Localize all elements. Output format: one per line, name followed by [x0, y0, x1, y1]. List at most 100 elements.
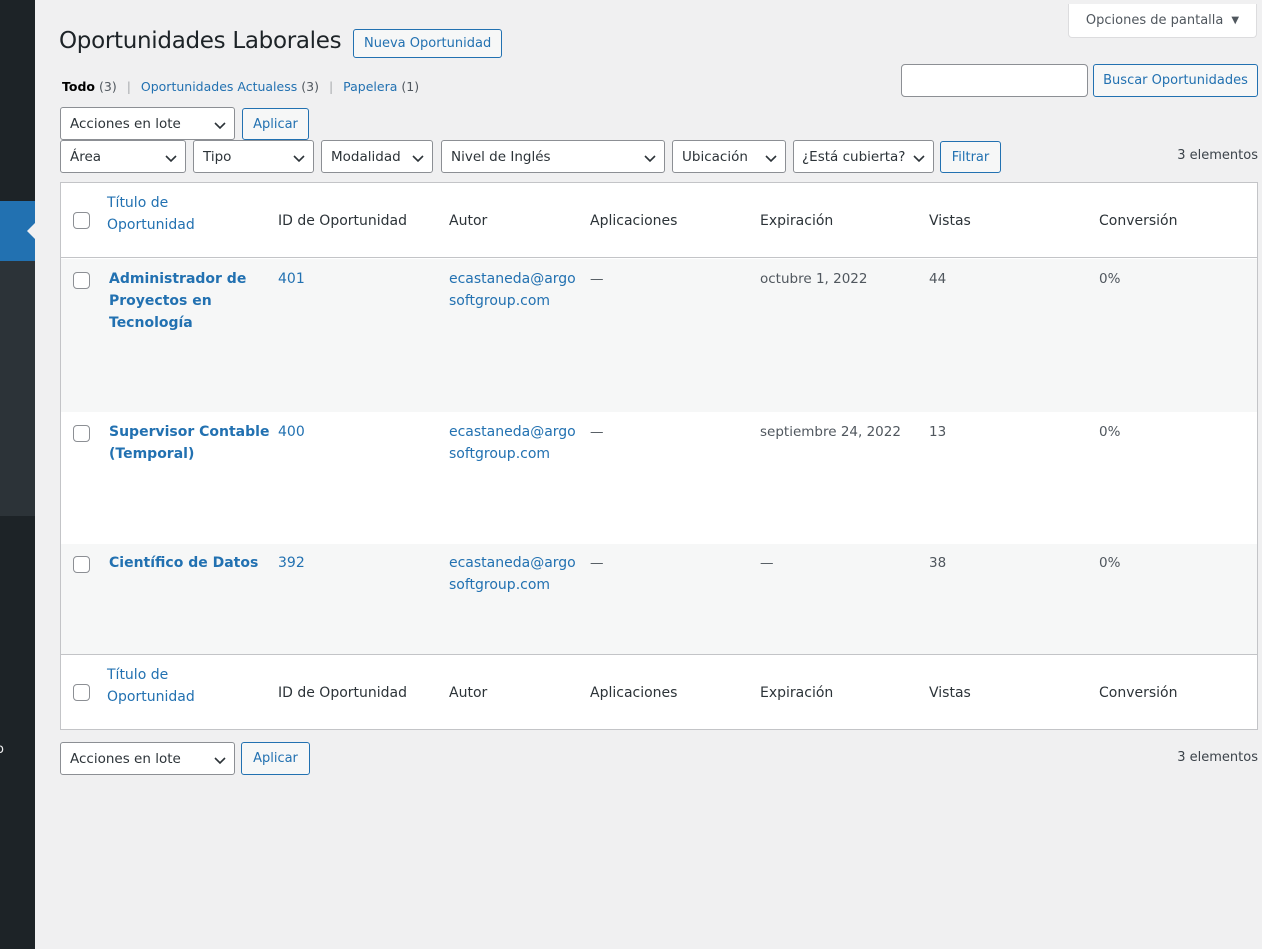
opportunities-table: Título de Oportunidad ID de Oportunidad … [60, 182, 1258, 730]
bulk-actions-select-bottom[interactable]: Acciones en lote [60, 742, 235, 775]
column-title-line: Oportunidad [107, 689, 195, 705]
item-count-bottom: 3 elementos [1177, 750, 1258, 765]
opportunity-id-link[interactable]: 392 [278, 552, 305, 574]
filter-cubierta-select[interactable]: ¿Está cubierta? [793, 140, 934, 173]
title-line: Supervisor Contable [109, 424, 270, 440]
author-link[interactable]: ecastaneda@argo softgroup.com [449, 421, 576, 465]
filter-area-select[interactable]: Área [60, 140, 186, 173]
sidebar-item-label[interactable]: ro [0, 742, 4, 757]
opportunity-title-link[interactable]: Supervisor Contable (Temporal) [109, 421, 269, 465]
view-trash-link[interactable]: Papelera [343, 79, 397, 94]
row-checkbox[interactable] [73, 272, 90, 289]
column-title-line: Oportunidad [107, 217, 195, 233]
select-all-checkbox[interactable] [73, 212, 90, 229]
table-row: Científico de Datos 392 ecastaneda@argo … [61, 544, 1257, 654]
filter-modalidad-value: Modalidad [331, 148, 401, 165]
filter-ubicacion-select[interactable]: Ubicación [672, 140, 786, 173]
search-button[interactable]: Buscar Oportunidades [1093, 64, 1258, 97]
column-expiration: Expiración [760, 213, 834, 229]
view-all-count: (3) [98, 79, 117, 94]
page-title: Oportunidades Laborales [59, 28, 342, 54]
view-separator: | [126, 79, 131, 94]
screen-options-label: Opciones de pantalla [1085, 13, 1224, 28]
content-area: Opciones de pantalla ▼ Oportunidades Lab… [35, 0, 1262, 949]
filter-ubicacion-value: Ubicación [682, 148, 748, 165]
title-line: (Temporal) [109, 446, 195, 462]
column-applications: Aplicaciones [590, 213, 678, 229]
row-checkbox[interactable] [73, 425, 90, 442]
filter-tipo-value: Tipo [203, 148, 232, 165]
title-line: Administrador de [109, 271, 247, 287]
author-line: softgroup.com [449, 446, 551, 462]
opportunity-id-link[interactable]: 401 [278, 268, 305, 290]
view-current-count: (3) [301, 79, 319, 94]
chevron-down-icon [644, 155, 656, 163]
conversion-value: 0% [1099, 424, 1121, 440]
opportunity-title-link[interactable]: Científico de Datos [109, 552, 258, 574]
chevron-down-icon [293, 155, 305, 163]
search-input[interactable] [901, 64, 1088, 97]
column-title-line: Título de [107, 667, 169, 683]
table-footer: Título de Oportunidad ID de Oportunidad … [61, 654, 1257, 729]
views-value: 38 [929, 555, 947, 571]
column-author: Autor [449, 213, 488, 229]
view-all-link[interactable]: Todo [62, 79, 95, 94]
filter-ingles-select[interactable]: Nivel de Inglés [441, 140, 665, 173]
views-value: 13 [929, 424, 947, 440]
title-line: Proyectos en [109, 293, 212, 309]
author-line: softgroup.com [449, 577, 551, 593]
chevron-down-icon [412, 155, 424, 163]
row-checkbox[interactable] [73, 556, 90, 573]
apply-button-bottom[interactable]: Aplicar [241, 742, 310, 775]
filter-cubierta-value: ¿Está cubierta? [802, 148, 906, 165]
table-row: Supervisor Contable (Temporal) 400 ecast… [61, 412, 1257, 544]
chevron-down-icon [913, 155, 925, 163]
column-author: Autor [449, 685, 488, 701]
column-views: Vistas [929, 685, 971, 701]
bulk-actions-select-top[interactable]: Acciones en lote [60, 107, 235, 140]
sidebar-current-item[interactable] [0, 201, 35, 261]
bulk-actions-value: Acciones en lote [70, 115, 181, 132]
filter-modalidad-select[interactable]: Modalidad [321, 140, 433, 173]
column-expiration: Expiración [760, 685, 834, 701]
admin-sidebar: ro [0, 0, 35, 949]
opportunity-id-link[interactable]: 400 [278, 421, 305, 443]
author-line: ecastaneda@argo [449, 424, 576, 440]
chevron-down-icon [214, 757, 226, 765]
title-line: Tecnología [109, 315, 193, 331]
views-value: 44 [929, 271, 947, 287]
author-link[interactable]: ecastaneda@argo softgroup.com [449, 552, 576, 596]
new-opportunity-button[interactable]: Nueva Oportunidad [353, 29, 503, 58]
chevron-down-icon [214, 122, 226, 130]
column-title-sort[interactable]: Título de Oportunidad [107, 664, 195, 708]
filter-area-value: Área [70, 148, 102, 165]
chevron-down-icon [765, 155, 777, 163]
applications-value: — [590, 555, 604, 571]
column-title-sort[interactable]: Título de Oportunidad [107, 192, 195, 236]
column-applications: Aplicaciones [590, 685, 678, 701]
column-conversion: Conversión [1099, 685, 1178, 701]
author-link[interactable]: ecastaneda@argo softgroup.com [449, 268, 576, 312]
filter-button[interactable]: Filtrar [940, 141, 1001, 173]
screen-options-button[interactable]: Opciones de pantalla ▼ [1068, 4, 1257, 38]
conversion-value: 0% [1099, 271, 1121, 287]
column-views: Vistas [929, 213, 971, 229]
column-conversion: Conversión [1099, 213, 1178, 229]
apply-button-top[interactable]: Aplicar [242, 108, 309, 140]
opportunity-title-link[interactable]: Administrador de Proyectos en Tecnología [109, 268, 246, 334]
view-filters: Todo (3) | Oportunidades Actualess (3) |… [62, 79, 419, 94]
view-separator: | [328, 79, 334, 94]
filter-tipo-select[interactable]: Tipo [193, 140, 314, 173]
chevron-down-icon [165, 155, 177, 163]
title-line: Científico de Datos [109, 555, 259, 571]
author-line: softgroup.com [449, 293, 551, 309]
view-current-link[interactable]: Oportunidades Actualess [141, 79, 297, 94]
filter-ingles-value: Nivel de Inglés [451, 148, 551, 165]
conversion-value: 0% [1099, 555, 1121, 571]
column-title-line: Título de [107, 195, 169, 211]
select-all-checkbox[interactable] [73, 684, 90, 701]
applications-value: — [590, 424, 604, 440]
bulk-actions-value: Acciones en lote [70, 750, 181, 767]
author-line: ecastaneda@argo [449, 555, 576, 571]
expiration-value: — [760, 555, 774, 571]
